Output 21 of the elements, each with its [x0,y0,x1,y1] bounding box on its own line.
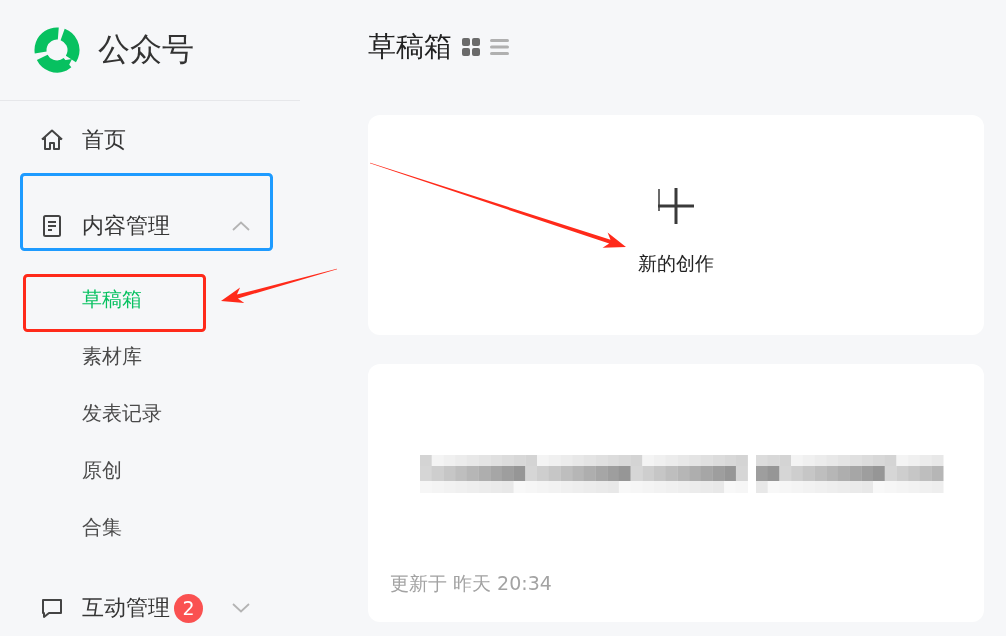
grid-view-icon[interactable] [462,38,480,56]
home-icon [40,128,64,152]
document-icon [40,214,64,238]
logo-icon [34,26,80,74]
nav-subitem[interactable]: 原创 [0,450,300,490]
chevron-down-icon[interactable] [232,603,250,613]
nav-item[interactable]: 首页 [0,112,300,168]
chevron-up-icon[interactable] [232,221,250,231]
logo-title: 公众号 [98,29,194,70]
nav-subitem[interactable]: 素材库 [0,336,300,376]
notification-badge: 2 [174,593,203,623]
nav-subitem[interactable]: 发表记录 [0,393,300,433]
chat-bubble-icon [40,596,64,620]
list-view-icon[interactable] [490,39,509,55]
new-draft-card[interactable]: 新的创作 [368,115,984,335]
nav-item[interactable]: 互动管理 2 [0,580,300,636]
nav-subitem[interactable]: 合集 [0,507,300,547]
page-title: 草稿箱 [368,29,452,65]
nav-item[interactable]: 内容管理 [0,198,300,254]
plus-icon [657,187,695,225]
draft-updated-time: 更新于 昨天 20:34 [390,571,552,596]
